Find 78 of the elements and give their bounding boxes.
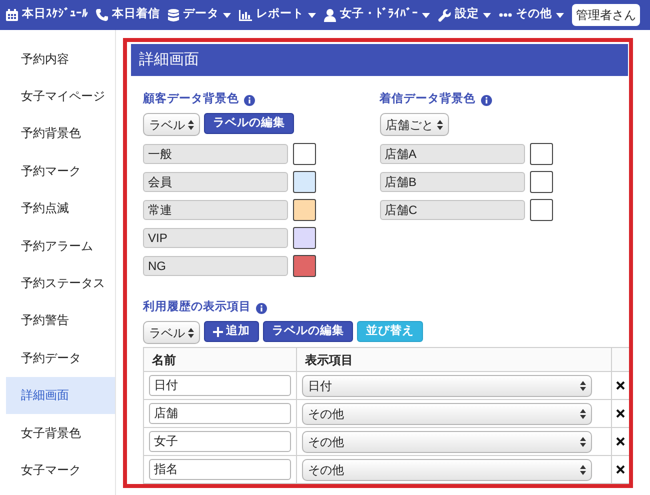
- color-swatch[interactable]: [530, 199, 552, 221]
- updown-arrow-icon: [580, 408, 586, 418]
- column-header: 名前: [144, 348, 296, 372]
- sidebar-item[interactable]: 女子背景色: [6, 414, 115, 452]
- info-icon: [244, 94, 255, 106]
- info-icon: [480, 94, 492, 106]
- select-dropdown[interactable]: その他: [302, 430, 592, 452]
- nav-menu-item[interactable]: 本日着信: [96, 6, 160, 24]
- add-button[interactable]: 追加: [204, 321, 259, 342]
- label-field: 店舗B: [380, 172, 524, 192]
- sidebar-item[interactable]: 女子マイページ: [6, 77, 115, 115]
- color-swatch[interactable]: [530, 143, 552, 165]
- sidebar-item[interactable]: 予約警告: [6, 302, 115, 340]
- color-swatch[interactable]: [293, 199, 316, 221]
- updown-arrow-icon: [436, 120, 442, 130]
- wrench-icon: [438, 8, 451, 22]
- sidebar-item[interactable]: 予約アラーム: [6, 226, 115, 264]
- sidebar-item[interactable]: 予約点滅: [6, 190, 115, 227]
- updown-arrow-icon: [188, 328, 194, 338]
- name-input-field[interactable]: 女子: [149, 431, 291, 452]
- delete-icon[interactable]: [616, 408, 625, 418]
- nav-menu-item[interactable]: レポート: [239, 6, 316, 24]
- user-icon: [324, 8, 336, 22]
- nav-menu-item[interactable]: その他: [499, 6, 564, 24]
- nav-menu-item[interactable]: データ: [168, 6, 231, 24]
- select-dropdown[interactable]: その他: [302, 402, 592, 424]
- sidebar-item[interactable]: 予約背景色: [6, 114, 115, 152]
- label-field: 店舗C: [380, 200, 524, 220]
- delete-icon[interactable]: [616, 380, 625, 390]
- label-field: 常連: [143, 200, 288, 220]
- sidebar-item[interactable]: 女子マーク: [6, 451, 115, 489]
- phone-icon: [96, 9, 108, 21]
- updown-arrow-icon: [188, 120, 194, 130]
- user-menu-button[interactable]: 管理者さん: [572, 4, 640, 26]
- select-dropdown[interactable]: 店舗ごと: [380, 113, 448, 136]
- name-input-field[interactable]: 日付: [149, 375, 291, 396]
- color-swatch[interactable]: [293, 143, 316, 165]
- label-field: 会員: [143, 172, 288, 192]
- column-header: 表示項目: [296, 348, 612, 372]
- select-dropdown[interactable]: 日付: [302, 374, 592, 396]
- info-icon: [256, 302, 267, 314]
- select-dropdown[interactable]: ラベル: [143, 321, 200, 344]
- sidebar-item[interactable]: 詳細画面: [6, 376, 115, 414]
- name-input-field[interactable]: 指名: [149, 459, 291, 480]
- updown-arrow-icon: [580, 380, 586, 390]
- label-field: NG: [143, 256, 288, 276]
- plus-icon: [213, 326, 223, 336]
- label-field: 店舗A: [380, 144, 524, 164]
- database-icon: [168, 8, 179, 22]
- select-dropdown[interactable]: ラベル: [143, 113, 200, 136]
- dots-icon: [499, 13, 512, 17]
- edit-labels-button[interactable]: ラベルの編集: [204, 113, 294, 134]
- section-title: 顧客データ背景色: [143, 91, 239, 108]
- calendar-icon: [6, 9, 18, 21]
- select-dropdown[interactable]: その他: [302, 458, 592, 480]
- panel-header: 詳細画面: [131, 44, 628, 76]
- delete-icon[interactable]: [616, 436, 625, 446]
- delete-icon[interactable]: [616, 464, 625, 474]
- updown-arrow-icon: [580, 436, 586, 446]
- edit-labels-button[interactable]: ラベルの編集: [263, 321, 353, 342]
- sidebar-item[interactable]: 予約ステータス: [6, 264, 115, 302]
- color-swatch[interactable]: [293, 227, 316, 249]
- color-swatch[interactable]: [530, 171, 552, 193]
- nav-menu-item[interactable]: 女子・ﾄﾞﾗｲﾊﾞｰ: [324, 6, 430, 24]
- color-swatch[interactable]: [293, 171, 316, 193]
- section-title: 利用履歴の表示項目: [143, 299, 251, 316]
- label-field: 一般: [143, 144, 288, 164]
- sidebar-item[interactable]: 予約マーク: [6, 152, 115, 190]
- color-swatch[interactable]: [293, 255, 316, 277]
- nav-menu-item[interactable]: 本日ｽｹｼﾞｭｰﾙ: [6, 6, 88, 24]
- label-field: VIP: [143, 228, 288, 248]
- section-title: 着信データ背景色: [380, 91, 476, 108]
- sidebar-item[interactable]: 予約内容: [6, 40, 115, 78]
- name-input-field[interactable]: 店舗: [149, 403, 291, 424]
- nav-menu-item[interactable]: 設定: [438, 6, 491, 24]
- sidebar-item[interactable]: 予約データ: [6, 339, 115, 377]
- bar-chart-icon: [239, 10, 252, 20]
- updown-arrow-icon: [580, 464, 586, 474]
